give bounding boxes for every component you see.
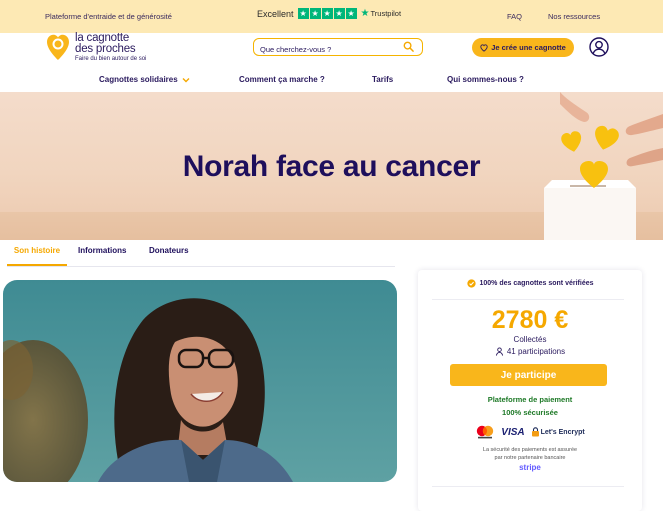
trustpilot-logo: ★ Trustpilot [360, 8, 402, 19]
heart-logo-icon [47, 34, 69, 60]
star-icon: ★ [333, 8, 345, 19]
nav-item-tarifs[interactable]: Tarifs [372, 75, 393, 84]
trust-stars: ★ ★ ★ ★ ★ [297, 8, 357, 19]
lock-icon [531, 427, 539, 437]
secure-payment-line2: 100% sécurisée [502, 408, 558, 417]
tab-donateurs[interactable]: Donateurs [149, 246, 189, 266]
create-cagnotte-label: Je crée une cagnotte [491, 43, 566, 52]
main-navigation: Cagnottes solidaires Comment ça marche ?… [0, 68, 663, 92]
star-icon: ★ [297, 8, 309, 19]
platform-tagline: Plateforme d'entraide et de générosité [45, 12, 172, 21]
participate-button[interactable]: Je participe [450, 364, 607, 386]
donation-card: 100% des cagnottes sont vérifiées 2780 €… [418, 270, 642, 511]
search-icon[interactable] [403, 41, 414, 52]
fundraiser-title: Norah face au cancer [182, 150, 481, 183]
chevron-down-icon [182, 77, 190, 82]
create-cagnotte-button[interactable]: Je crée une cagnotte [472, 38, 574, 57]
nav-item-comment-ca-marche[interactable]: Comment ça marche ? [239, 75, 325, 84]
collected-label: Collectés [513, 335, 547, 344]
secure-payment-line1: Plateforme de paiement [487, 395, 573, 404]
nav-item-qui-sommes-nous[interactable]: Qui sommes-nous ? [447, 75, 524, 84]
star-icon: ★ [321, 8, 333, 19]
person-icon [495, 347, 503, 356]
user-account-icon[interactable] [589, 37, 609, 57]
search-input[interactable] [254, 42, 394, 57]
divider [432, 299, 624, 300]
nav-item-cagnottes-solidaires[interactable]: Cagnottes solidaires [99, 75, 190, 84]
site-header: la cagnotte des proches Faire du bien au… [0, 32, 663, 68]
star-icon: ★ [309, 8, 321, 19]
fundraiser-tabs: Son histoire Informations Donateurs [7, 240, 395, 267]
check-circle-icon [466, 279, 476, 288]
faq-link[interactable]: FAQ [507, 12, 522, 21]
search-box [253, 38, 423, 57]
hero-banner: Norah face au cancer [0, 92, 663, 240]
tab-informations[interactable]: Informations [78, 246, 126, 266]
trustpilot-badge[interactable]: Excellent ★ ★ ★ ★ ★ ★ Trustpilot [257, 8, 401, 19]
payment-logos: VISA Let's Encrypt [418, 425, 642, 439]
tab-son-histoire[interactable]: Son histoire [7, 246, 67, 266]
mastercard-logo-icon [477, 425, 494, 439]
woman-portrait-image [3, 280, 397, 482]
amount-collected: 2780 € [491, 306, 569, 334]
resources-link[interactable]: Nos ressources [548, 12, 600, 21]
logo-wordmark-line2: des proches [75, 43, 136, 55]
top-utility-bar: Plateforme d'entraide et de générosité E… [0, 0, 663, 33]
heart-outline-icon [480, 43, 488, 52]
logo-tagline: Faire du bien autour de soi [75, 56, 147, 62]
site-logo[interactable]: la cagnotte des proches Faire du bien au… [45, 32, 147, 62]
fundraiser-photo [3, 280, 397, 482]
participations-count: 41 participations [418, 347, 642, 356]
star-icon: ★ [345, 8, 357, 19]
verified-notice: 100% des cagnottes sont vérifiées [418, 279, 642, 288]
trustpilot-star-icon: ★ [360, 8, 370, 19]
visa-logo: VISA [501, 426, 525, 438]
trust-rating-label: Excellent [257, 8, 294, 19]
lets-encrypt-logo: Let's Encrypt [531, 427, 585, 437]
divider [432, 486, 624, 487]
payment-security-note: La sécurité des paiements est assurée pa… [482, 447, 578, 461]
stripe-logo: stripe [519, 463, 541, 472]
